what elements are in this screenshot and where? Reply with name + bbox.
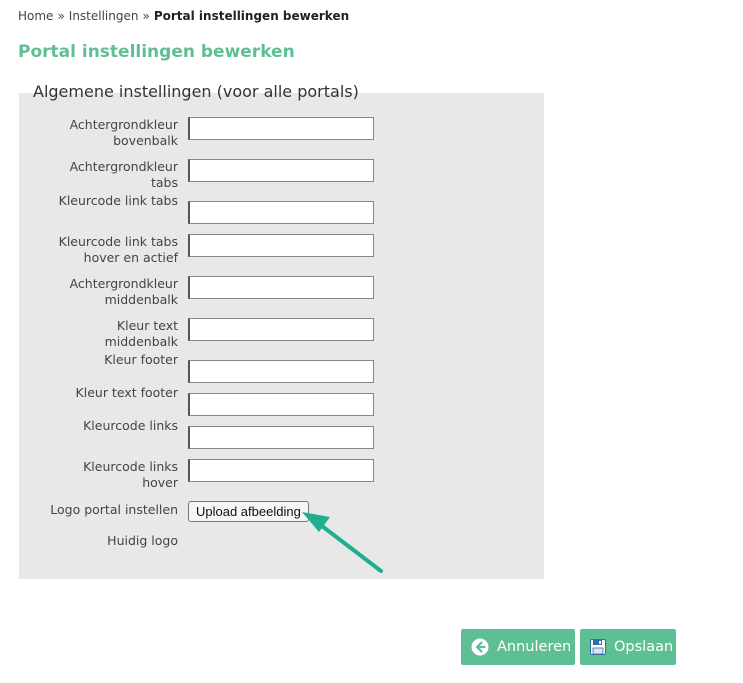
color-code-input[interactable] xyxy=(188,276,374,299)
field-label-line: bovenbalk xyxy=(113,133,178,148)
field-label-line: Achtergrondkleur xyxy=(69,276,178,291)
logo-label: Logo portal instellen xyxy=(50,502,178,517)
field-label-line: Kleurcode links xyxy=(83,459,178,474)
field-label: Kleur text footer xyxy=(28,385,178,401)
field-label: Achtergrondkleur middenbalk xyxy=(28,276,178,308)
field-label-line: Kleur footer xyxy=(104,352,178,367)
field-label-line: tabs xyxy=(150,175,178,190)
cancel-label: Annuleren xyxy=(497,639,572,655)
arrow-left-circle-icon xyxy=(471,638,489,656)
field-label-line: Kleur text xyxy=(116,318,178,333)
field-label-line: Achtergrondkleur xyxy=(69,159,178,174)
color-code-input[interactable] xyxy=(188,201,374,224)
field-label-line: middenbalk xyxy=(104,334,178,349)
color-code-input[interactable] xyxy=(188,159,374,182)
color-code-input[interactable] xyxy=(188,318,374,341)
field-label-line: Kleurcode links xyxy=(83,418,178,433)
upload-image-button[interactable]: Upload afbeelding xyxy=(188,501,309,522)
field-label-line: Kleur text footer xyxy=(75,385,178,400)
color-code-input[interactable] xyxy=(188,426,374,449)
breadcrumb-instellingen[interactable]: Instellingen xyxy=(69,9,139,23)
fieldset-legend: Algemene instellingen (voor alle portals… xyxy=(31,82,361,101)
breadcrumb: Home» Instellingen» Portal instellingen be… xyxy=(18,9,349,23)
cancel-button[interactable]: Annuleren xyxy=(461,629,575,665)
field-label: Kleurcode link tabs hover en actief xyxy=(28,234,178,266)
field-label-line: Kleurcode link tabs xyxy=(58,193,178,208)
field-label: Kleur text middenbalk xyxy=(28,318,178,350)
field-label: Achtergrondkleur bovenbalk xyxy=(28,117,178,149)
field-label-line: hover en actief xyxy=(83,250,178,265)
field-label: Kleur footer xyxy=(28,352,178,368)
field-label: Kleurcode link tabs xyxy=(28,193,178,209)
field-label: Kleurcode links hover xyxy=(28,459,178,491)
color-code-input[interactable] xyxy=(188,117,374,140)
color-code-input[interactable] xyxy=(188,459,374,482)
current-logo-label: Huidig logo xyxy=(107,533,178,548)
breadcrumb-separator: » xyxy=(57,9,65,23)
color-code-input[interactable] xyxy=(188,234,374,257)
color-code-input[interactable] xyxy=(188,360,374,383)
field-label-line: Achtergrondkleur xyxy=(69,117,178,132)
field-label-line: middenbalk xyxy=(104,292,178,307)
field-label-line: hover xyxy=(142,475,178,490)
color-code-input[interactable] xyxy=(188,393,374,416)
field-label: Kleurcode links xyxy=(28,418,178,434)
breadcrumb-current: Portal instellingen bewerken xyxy=(153,9,350,23)
floppy-disk-icon xyxy=(590,639,606,655)
breadcrumb-home[interactable]: Home xyxy=(18,9,53,23)
field-label: Achtergrondkleur tabs xyxy=(28,159,178,191)
page-title: Portal instellingen bewerken xyxy=(18,42,295,62)
field-label-line: Kleurcode link tabs xyxy=(58,234,178,249)
breadcrumb-separator: » xyxy=(142,9,150,23)
save-button[interactable]: Opslaan xyxy=(580,629,676,665)
save-label: Opslaan xyxy=(614,639,674,655)
